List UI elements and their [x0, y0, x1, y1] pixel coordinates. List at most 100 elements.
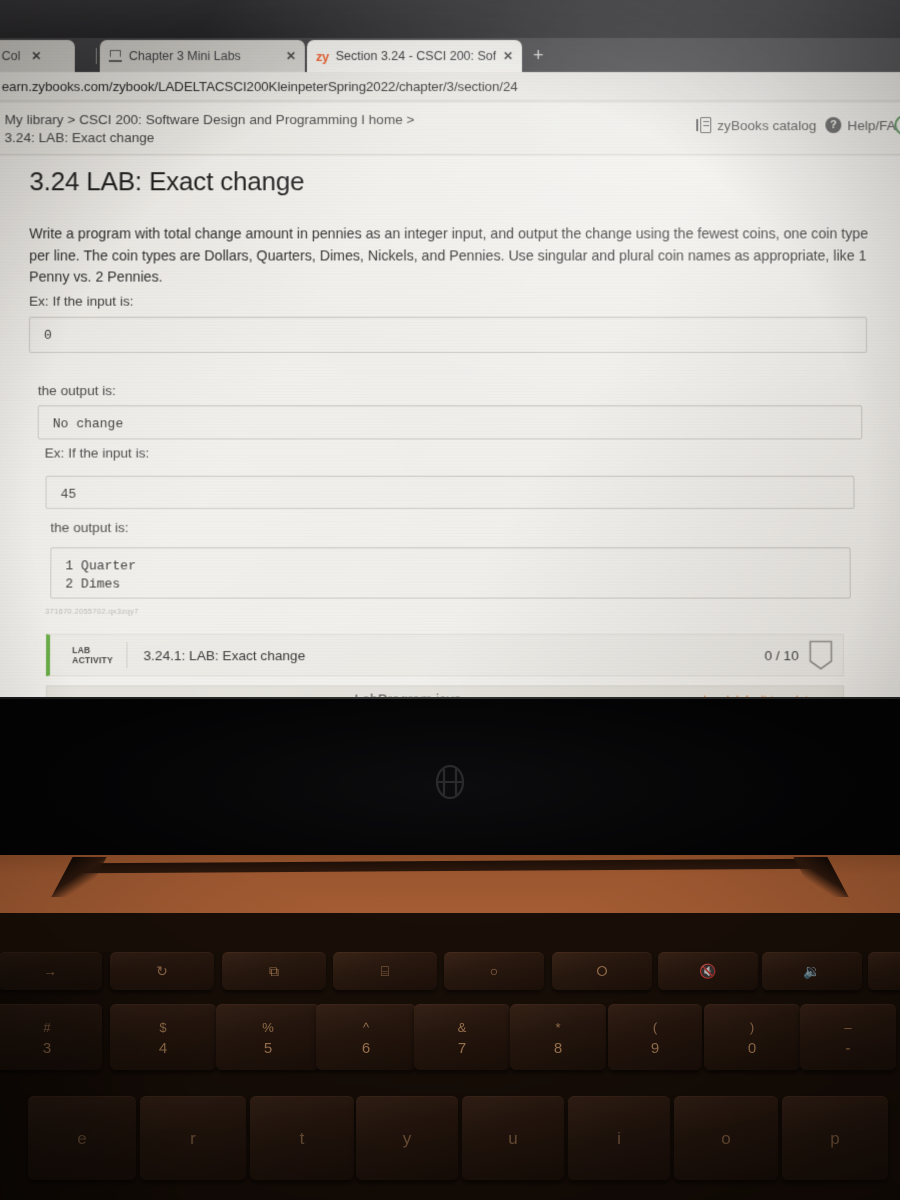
- address-bar-url: earn.zybooks.com/zybook/LADELTACSCI200Kl…: [1, 78, 518, 94]
- new-tab-button[interactable]: +: [533, 45, 544, 65]
- key-shift-label: (: [652, 1020, 658, 1035]
- example-2-input-box: 45: [45, 475, 855, 509]
- key-r[interactable]: r: [140, 1096, 246, 1180]
- zybooks-catalog-link[interactable]: zyBooks catalog: [696, 117, 816, 134]
- key-shift-label: %: [262, 1020, 274, 1035]
- reload-key[interactable]: ↻: [110, 952, 214, 990]
- brightness-down-key-glyph: ○: [489, 962, 499, 979]
- forward-key[interactable]: →: [0, 952, 102, 990]
- browser-tab-community-college[interactable]: mmunity Col ✕: [0, 40, 75, 73]
- lab-description: Write a program with total change amount…: [29, 226, 869, 286]
- key-shift-label: #: [43, 1020, 51, 1035]
- tab-label: Chapter 3 Mini Labs: [128, 49, 241, 64]
- brightness-down-key[interactable]: ○: [444, 952, 544, 990]
- breadcrumb[interactable]: My library > CSCI 200: Software Design a…: [5, 111, 415, 147]
- key-primary-label: 3: [42, 1040, 52, 1057]
- tab-close-icon[interactable]: ✕: [503, 49, 513, 63]
- example-1-output-label: the output is:: [37, 383, 116, 399]
- key-shift-label: ): [749, 1020, 755, 1035]
- tab-separator: [95, 48, 97, 65]
- mute-key[interactable]: 🔇: [658, 952, 758, 990]
- browser-tab-section-3-24[interactable]: zy Section 3.24 - CSCI 200: Softwa ✕: [306, 40, 523, 73]
- header-actions: zyBooks catalog ? Help/FAQ: [696, 117, 900, 134]
- lab-tag-line-2: ACTIVITY: [72, 655, 114, 666]
- example-1-output-box: No change: [37, 405, 863, 440]
- zybooks-favicon-icon: zy: [315, 48, 329, 64]
- key-u[interactable]: u: [462, 1096, 564, 1180]
- screenshot-key[interactable]: ⧉: [222, 952, 326, 990]
- key-primary-label: y: [402, 1128, 412, 1148]
- key-9[interactable]: (9: [608, 1004, 702, 1070]
- browser-address-bar[interactable]: earn.zybooks.com/zybook/LADELTACSCI200Kl…: [0, 72, 900, 101]
- window-switch-key[interactable]: ⌸: [333, 952, 437, 990]
- volume-up-key[interactable]: [868, 952, 900, 990]
- help-faq-link[interactable]: ? Help/FAQ: [825, 117, 900, 134]
- key-e[interactable]: e: [28, 1096, 136, 1180]
- lab-score-text: 0 / 10: [764, 647, 799, 663]
- key-t[interactable]: t: [250, 1096, 354, 1180]
- key-primary-label: e: [77, 1128, 87, 1148]
- key-4[interactable]: $4: [110, 1004, 216, 1070]
- lab-page-content: 3.24 LAB: Exact change Write a program w…: [0, 156, 900, 701]
- browser-tabstrip: mmunity Col ✕ Chapter 3 Mini Labs ✕ zy S…: [0, 38, 900, 73]
- key-3[interactable]: #3: [0, 1004, 102, 1070]
- key-7[interactable]: & 7: [414, 1004, 510, 1070]
- key-primary-label: i: [617, 1128, 621, 1148]
- laptop-screen: mmunity Col ✕ Chapter 3 Mini Labs ✕ zy S…: [0, 0, 900, 701]
- lab-score-group: 0 / 10: [764, 640, 842, 670]
- document-icon: [108, 49, 122, 63]
- key-8[interactable]: * 8: [510, 1004, 606, 1070]
- key-i[interactable]: i: [568, 1096, 670, 1180]
- key-6[interactable]: ^ 6: [316, 1004, 416, 1070]
- key-primary-label: 5: [263, 1040, 273, 1057]
- key-primary-label: 0: [747, 1040, 757, 1057]
- hinge-notch-right: [793, 857, 849, 897]
- key-shift-label: ^: [362, 1020, 370, 1035]
- key-0[interactable]: ) 0: [704, 1004, 800, 1070]
- reload-key-glyph: ↻: [156, 962, 168, 979]
- volume-down-key[interactable]: 🔉: [762, 952, 862, 990]
- example-2-output-box: 1 Quarter 2 Dimes: [50, 547, 851, 599]
- key-5[interactable]: % 5: [216, 1004, 320, 1070]
- example-1-input-box: 0: [28, 316, 868, 353]
- key-primary-label: t: [299, 1128, 305, 1148]
- key-o[interactable]: o: [674, 1096, 778, 1180]
- key--[interactable]: – -: [800, 1004, 896, 1070]
- page-title: 3.24 LAB: Exact change: [29, 166, 305, 197]
- tab-close-icon[interactable]: ✕: [31, 49, 41, 63]
- lab-activity-title: 3.24.1: LAB: Exact change: [143, 647, 306, 663]
- key-y[interactable]: y: [356, 1096, 458, 1180]
- volume-down-key-glyph: 🔉: [803, 962, 821, 979]
- key-p[interactable]: p: [782, 1096, 888, 1180]
- key-shift-label: *: [555, 1020, 561, 1035]
- catalog-book-icon: [696, 117, 712, 134]
- key-primary-label: 9: [650, 1040, 660, 1057]
- key-primary-label: r: [190, 1128, 196, 1148]
- key-primary-label: 4: [158, 1040, 168, 1057]
- laptop-photo: mmunity Col ✕ Chapter 3 Mini Labs ✕ zy S…: [0, 0, 900, 1200]
- tab-close-icon[interactable]: ✕: [286, 49, 296, 63]
- key-shift-label: &: [457, 1020, 467, 1035]
- key-primary-label: 7: [457, 1040, 467, 1057]
- browser-titlebar: [0, 0, 900, 39]
- zybooks-header: My library > CSCI 200: Software Design a…: [0, 103, 900, 156]
- question-mark-icon: ?: [825, 117, 842, 134]
- screenshot-key-glyph: ⧉: [269, 962, 279, 979]
- forward-key-glyph: →: [43, 962, 57, 979]
- key-shift-label: –: [844, 1020, 852, 1035]
- breadcrumb-line-2: 3.24: LAB: Exact change: [4, 130, 155, 146]
- key-primary-label: 6: [361, 1040, 371, 1057]
- key-primary-label: -: [845, 1040, 851, 1057]
- key-primary-label: o: [721, 1128, 731, 1148]
- brightness-up-key[interactable]: ⭘: [552, 952, 652, 990]
- breadcrumb-line-1: My library > CSCI 200: Software Design a…: [4, 112, 415, 128]
- window-switch-key-glyph: ⌸: [380, 962, 390, 979]
- activity-id: 371670.2055702.qx3zqy7: [45, 606, 139, 616]
- hinge-notch-left: [51, 857, 107, 897]
- help-label: Help/FAQ: [847, 117, 900, 133]
- browser-tab-chapter-3-mini-labs[interactable]: Chapter 3 Mini Labs ✕: [99, 40, 305, 73]
- example-1-input-label: Ex: If the input is:: [29, 293, 134, 309]
- laptop-hinge: [0, 855, 900, 913]
- laptop-keyboard: → ↻ ⧉ ⌸ ○ ⭘ 🔇 🔉 #3 $4% 5 ^ 6 & 7 * 8(9) 0– - ertyuiop: [0, 952, 900, 1200]
- tab-label: Section 3.24 - CSCI 200: Softwa: [335, 49, 496, 64]
